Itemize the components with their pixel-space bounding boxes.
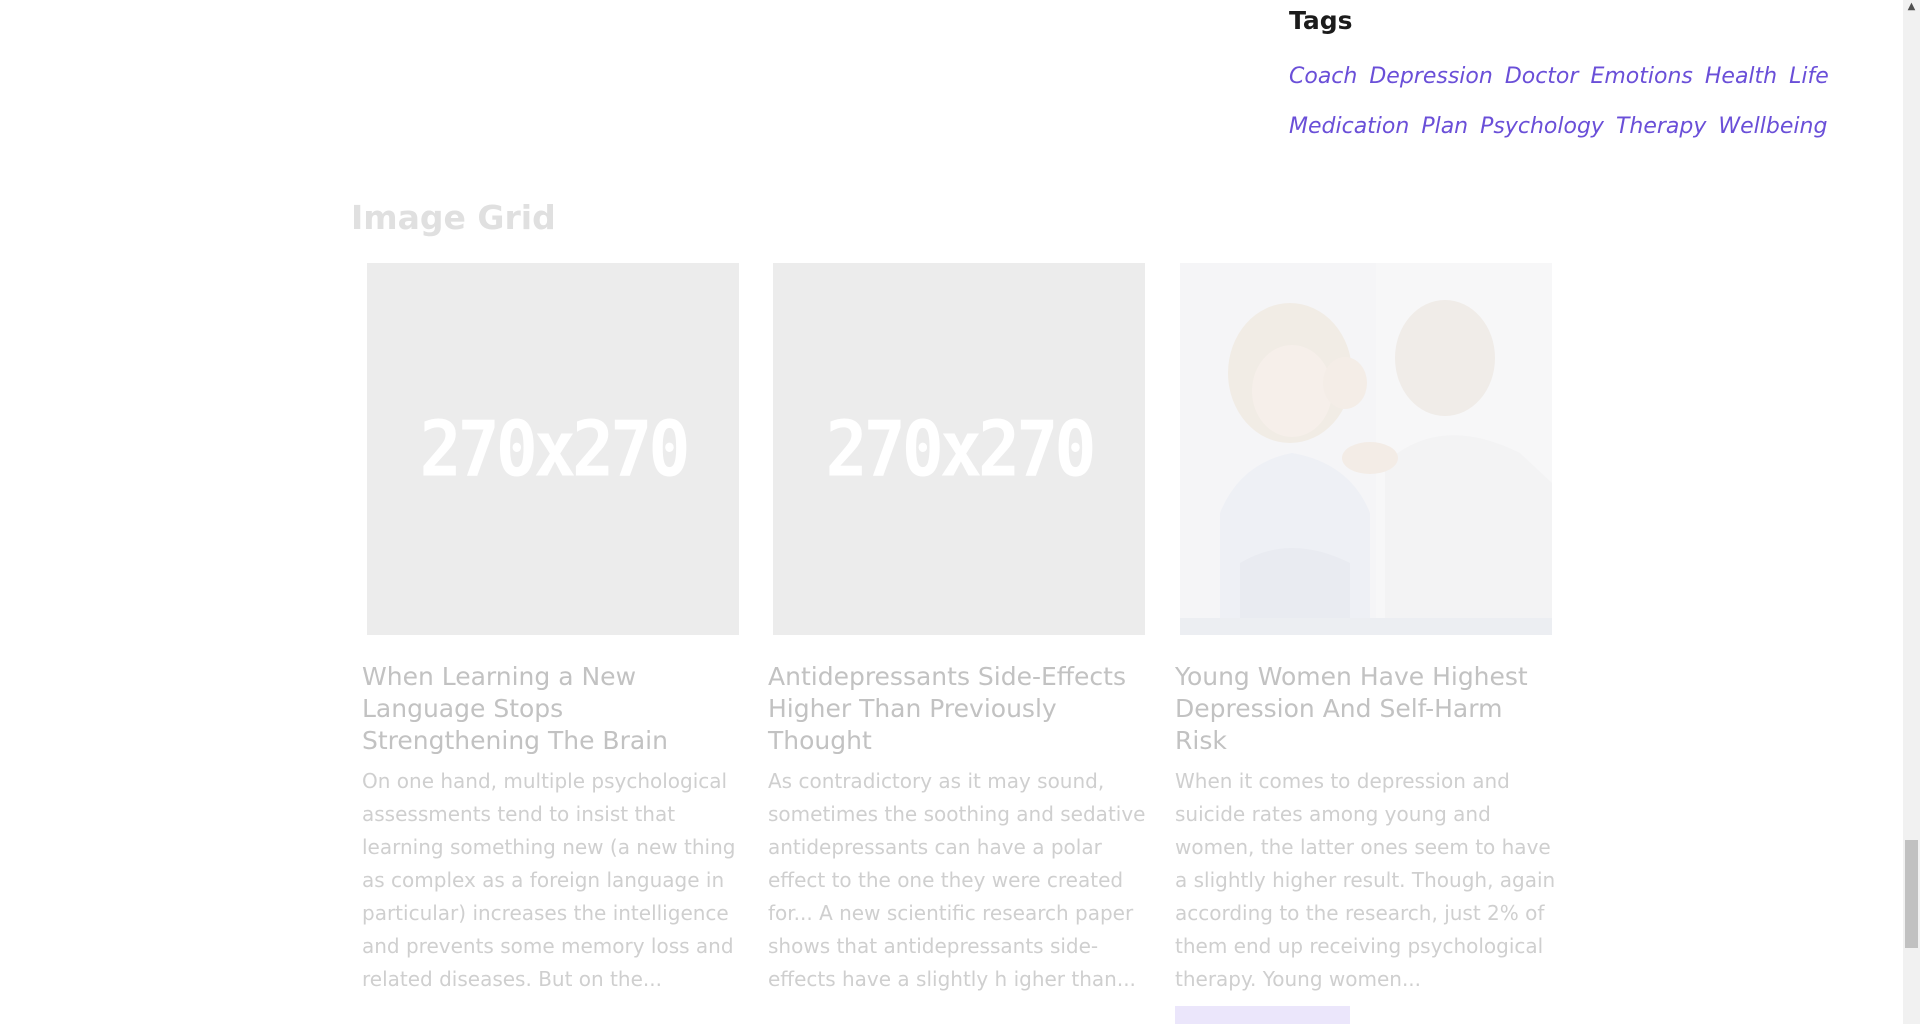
card-title[interactable]: When Learning a New Language Stops Stren… xyxy=(362,661,742,757)
card-excerpt: On one hand, multiple psychological asse… xyxy=(362,769,736,991)
grid-card[interactable]: 270x270 Antidepressants Side-Effects Hig… xyxy=(768,263,1145,996)
page-scrollbar[interactable]: ▲ xyxy=(1903,0,1920,1024)
tag-cloud: Coach Depression Doctor Emotions Health … xyxy=(1289,52,1909,152)
grid-card[interactable]: 270x270 When Learning a New Language Sto… xyxy=(362,263,739,996)
card-photo[interactable] xyxy=(1180,263,1552,635)
card-thumbnail[interactable]: 270x270 xyxy=(773,263,1145,635)
tags-widget: Tags Coach Depression Doctor Emotions He… xyxy=(1289,0,1909,152)
image-grid-title: Image Grid xyxy=(351,198,556,237)
image-grid-section: Image Grid 270x270 When Learning a New L… xyxy=(0,0,1900,1024)
placeholder-label: 270x270 xyxy=(825,403,1096,495)
tag-medication[interactable]: Medication xyxy=(1289,102,1409,152)
tags-title: Tags xyxy=(1289,6,1353,35)
card-excerpt: As contradictory as it may sound, someti… xyxy=(768,769,1146,991)
grid-card[interactable]: Young Women Have Highest Depression And … xyxy=(1175,263,1555,996)
read-more-button[interactable] xyxy=(1175,1006,1350,1024)
card-excerpt: When it comes to depression and suicide … xyxy=(1175,769,1556,991)
scrollbar-thumb[interactable] xyxy=(1905,840,1918,948)
tag-wellbeing[interactable]: Wellbeing xyxy=(1718,102,1827,152)
consultation-photo xyxy=(1180,263,1552,635)
tag-coach[interactable]: Coach xyxy=(1289,52,1357,102)
tag-psychology[interactable]: Psychology xyxy=(1480,102,1604,152)
tag-health[interactable]: Health xyxy=(1705,52,1777,102)
card-title[interactable]: Young Women Have Highest Depression And … xyxy=(1175,661,1555,757)
tag-depression[interactable]: Depression xyxy=(1369,52,1492,102)
tag-plan[interactable]: Plan xyxy=(1421,102,1468,152)
tag-emotions[interactable]: Emotions xyxy=(1590,52,1692,102)
tag-doctor[interactable]: Doctor xyxy=(1505,52,1579,102)
tag-therapy[interactable]: Therapy xyxy=(1616,102,1706,152)
card-title[interactable]: Antidepressants Side-Effects Higher Than… xyxy=(768,661,1148,757)
tag-life[interactable]: Life xyxy=(1789,52,1829,102)
card-thumbnail[interactable]: 270x270 xyxy=(367,263,739,635)
placeholder-label: 270x270 xyxy=(419,403,690,495)
arrow-up-icon[interactable]: ▲ xyxy=(1903,0,1920,14)
